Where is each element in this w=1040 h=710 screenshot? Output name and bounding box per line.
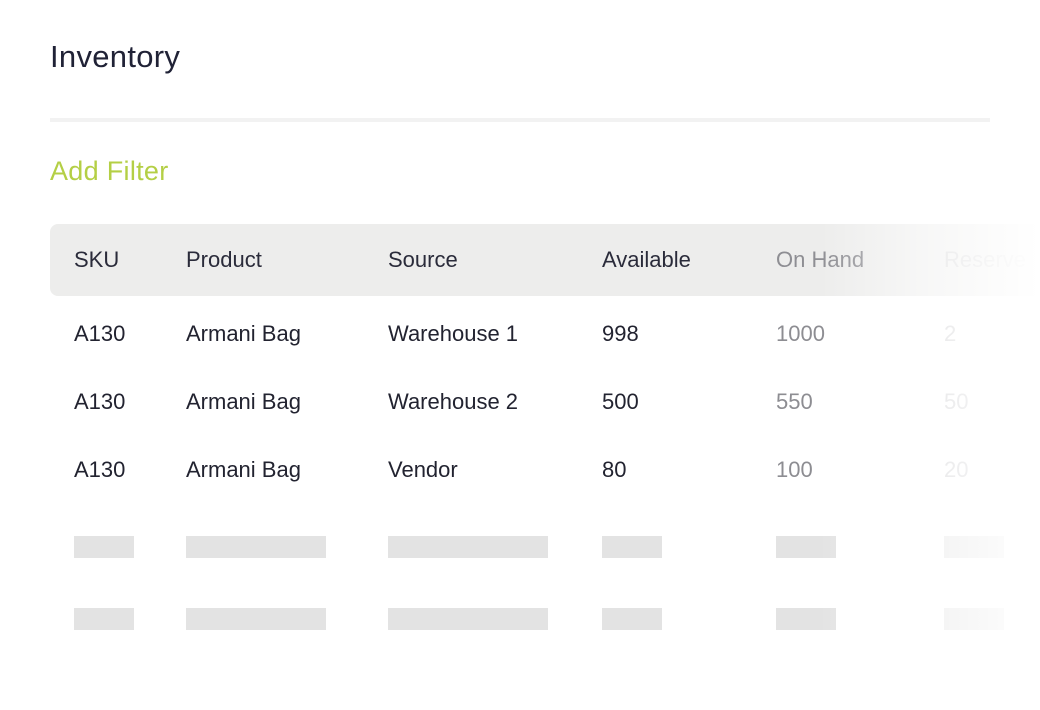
skeleton-cell [944, 536, 1004, 558]
cell-sku: A130 [74, 321, 126, 346]
skeleton-cell [74, 536, 134, 558]
column-header-source[interactable]: Source [388, 245, 458, 275]
cell-product: Armani Bag [186, 457, 301, 482]
cell-source: Warehouse 1 [388, 321, 519, 346]
cell-sku: A130 [74, 457, 126, 482]
inventory-page: Inventory Add Filter SKU Product Source … [0, 0, 1040, 710]
cell-reserved: 20 [944, 457, 969, 482]
skeleton-row [50, 504, 1040, 572]
header-divider [50, 118, 990, 122]
skeleton-row [50, 576, 1040, 644]
cell-on-hand: 1000 [776, 321, 825, 346]
skeleton-cell [186, 608, 326, 630]
cell-available: 500 [602, 389, 639, 414]
inventory-table: SKU Product Source Available On Hand Res… [50, 224, 1040, 710]
page-title: Inventory [50, 39, 181, 74]
cell-on-hand: 550 [776, 389, 813, 414]
cell-reserved: 2 [944, 321, 957, 346]
skeleton-cell [602, 608, 662, 630]
add-filter-link[interactable]: Add Filter [50, 154, 169, 188]
table-row[interactable]: A130 Armani Bag Warehouse 2 500 550 50 [50, 368, 1040, 436]
skeleton-cell [186, 536, 326, 558]
table-row[interactable]: A130 Armani Bag Warehouse 1 998 1000 2 [50, 300, 1040, 368]
skeleton-cell [388, 608, 548, 630]
table-row[interactable]: A130 Armani Bag Vendor 80 100 20 [50, 436, 1040, 504]
cell-product: Armani Bag [186, 321, 301, 346]
skeleton-cell [602, 536, 662, 558]
cell-available: 998 [602, 321, 639, 346]
cell-sku: A130 [74, 389, 126, 414]
cell-available: 80 [602, 457, 627, 482]
skeleton-cell [776, 608, 836, 630]
cell-source: Warehouse 2 [388, 389, 519, 414]
column-header-available[interactable]: Available [602, 245, 691, 275]
column-header-reserved[interactable]: Reserve [944, 245, 1026, 275]
cell-product: Armani Bag [186, 389, 301, 414]
skeleton-cell [944, 608, 1004, 630]
table-header-row: SKU Product Source Available On Hand Res… [50, 224, 1040, 296]
column-header-on-hand[interactable]: On Hand [776, 245, 864, 275]
cell-on-hand: 100 [776, 457, 813, 482]
skeleton-cell [388, 536, 548, 558]
column-header-product[interactable]: Product [186, 245, 262, 275]
column-header-sku[interactable]: SKU [74, 245, 119, 275]
cell-reserved: 50 [944, 389, 969, 414]
skeleton-cell [74, 608, 134, 630]
skeleton-cell [776, 536, 836, 558]
cell-source: Vendor [388, 457, 458, 482]
